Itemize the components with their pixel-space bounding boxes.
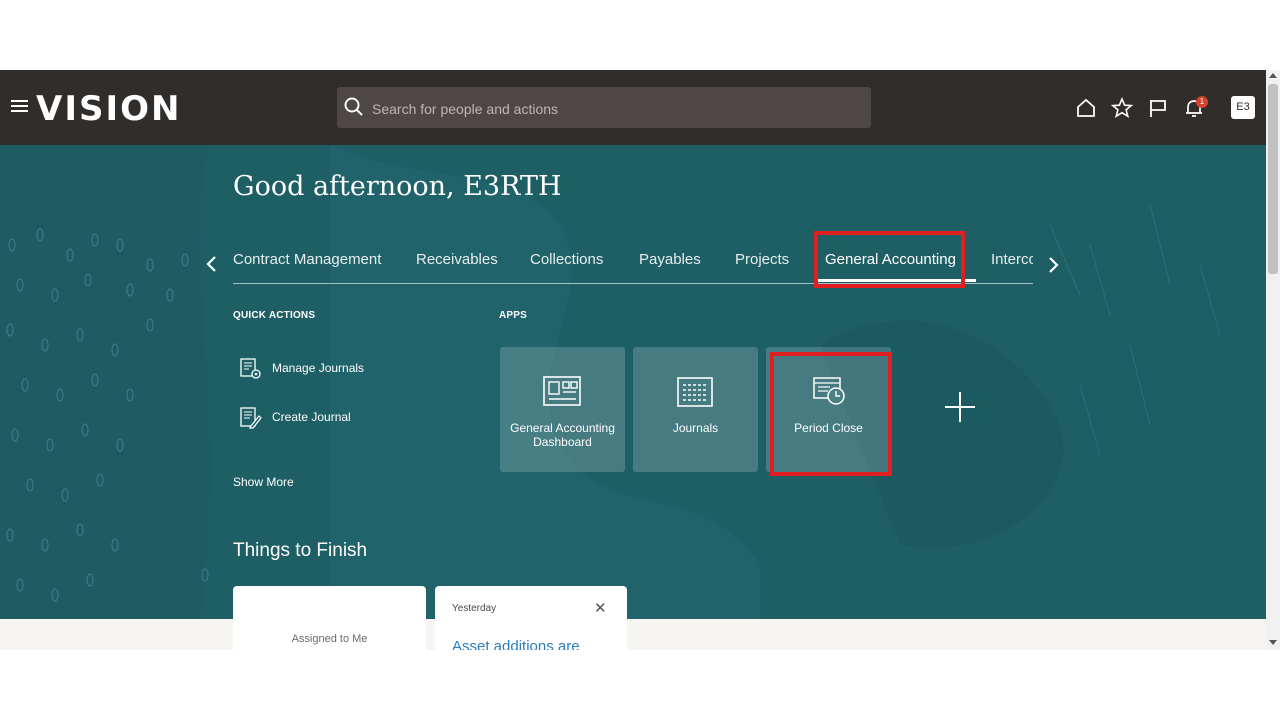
lower-content-area: Assigned to Me Asset additions are	[0, 619, 1266, 650]
create-journal-icon	[240, 407, 262, 429]
close-icon[interactable]: ✕	[594, 599, 607, 617]
manage-journals-label: Manage Journals	[272, 361, 365, 375]
app-tile-label: Journals	[672, 421, 719, 435]
tab-receivables[interactable]: Receivables	[416, 245, 498, 281]
add-app-icon[interactable]	[945, 392, 975, 422]
user-avatar[interactable]: E3	[1231, 96, 1255, 119]
assigned-to-me-text: Assigned to Me	[291, 633, 368, 645]
app-tile-general-accounting-dashboard[interactable]: General Accounting Dashboard	[500, 347, 625, 472]
springboard-panel: Good afternoon, E3RTH Contract Managemen…	[0, 145, 1266, 619]
vision-logo[interactable]: VISION	[36, 89, 181, 129]
highlight-period-close-tile	[770, 352, 892, 476]
manage-journals-icon	[240, 358, 261, 379]
tabs-scroll-right-icon[interactable]	[1046, 256, 1060, 274]
notification-count-badge: 1	[1196, 96, 1208, 108]
dashboard-icon	[543, 376, 581, 406]
things-to-finish-heading: Things to Finish	[233, 540, 368, 561]
tabs-scroll-left-icon[interactable]	[205, 255, 219, 273]
scroll-up-icon[interactable]	[1269, 73, 1277, 78]
quick-actions-heading: QUICK ACTIONS	[233, 310, 316, 321]
tab-contract-management[interactable]: Contract Management	[233, 245, 381, 281]
search-icon	[344, 97, 363, 116]
card-title-text[interactable]: Asset additions are	[452, 638, 580, 650]
global-header: VISION 1 E3	[0, 70, 1266, 145]
scroll-thumb[interactable]	[1268, 84, 1278, 274]
create-journal-label: Create Journal	[272, 410, 351, 424]
app-tile-journals[interactable]: Journals	[633, 347, 758, 472]
tab-intercompany[interactable]: Interco	[991, 245, 1033, 281]
watchlist-flag-icon[interactable]	[1147, 97, 1169, 119]
tab-projects[interactable]: Projects	[735, 245, 789, 281]
tab-collections[interactable]: Collections	[530, 245, 603, 281]
global-search[interactable]	[337, 87, 871, 130]
scroll-down-icon[interactable]	[1269, 640, 1277, 645]
home-icon[interactable]	[1075, 97, 1097, 119]
highlight-general-accounting-tab	[814, 231, 965, 288]
apps-heading: APPS	[499, 310, 528, 321]
assigned-to-me-card[interactable]: Assigned to Me	[233, 586, 426, 619]
search-input[interactable]	[370, 87, 864, 130]
menu-icon[interactable]	[11, 99, 28, 114]
tab-payables[interactable]: Payables	[639, 245, 701, 281]
show-more-link[interactable]: Show More	[233, 475, 294, 489]
app-window: VISION 1 E3	[0, 70, 1280, 650]
favorites-star-icon[interactable]	[1111, 97, 1133, 119]
notification-card-body: Asset additions are	[435, 619, 627, 650]
assigned-to-me-card-body: Assigned to Me	[233, 619, 426, 650]
app-tile-label: General Accounting Dashboard	[510, 421, 615, 449]
card-date: Yesterday	[452, 603, 497, 614]
notification-card[interactable]: Yesterday ✕ Asset additions are	[435, 586, 627, 619]
journals-icon	[677, 377, 713, 407]
greeting-title: Good afternoon, E3RTH	[233, 171, 562, 202]
page-scrollbar[interactable]	[1266, 70, 1280, 650]
